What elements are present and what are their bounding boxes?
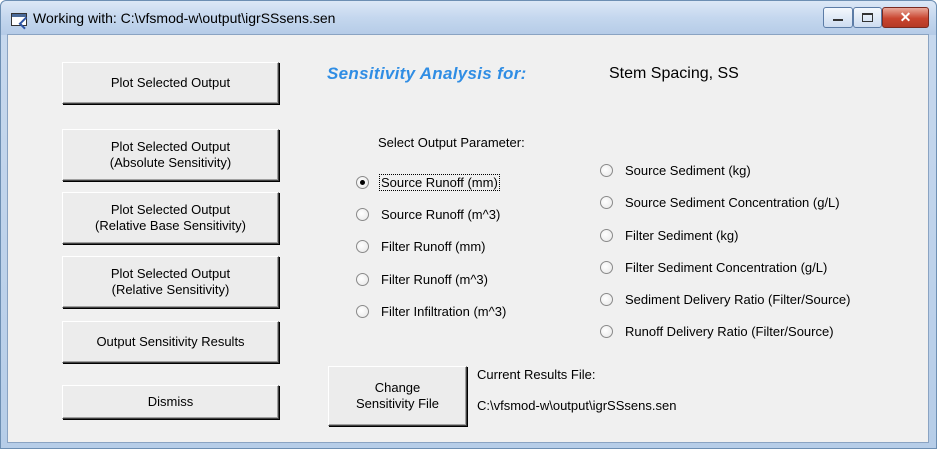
- radio-icon: [356, 273, 369, 286]
- window-title: Working with: C:\vfsmod-w\output\igrSSse…: [33, 10, 336, 26]
- radio-icon: [356, 305, 369, 318]
- dismiss-button[interactable]: Dismiss: [62, 385, 279, 419]
- radio-icon: [600, 325, 613, 338]
- radio-label: Filter Runoff (m^3): [381, 272, 488, 287]
- change-sensitivity-file-button[interactable]: Change Sensitivity File: [328, 366, 467, 426]
- close-icon: ✕: [899, 9, 912, 25]
- radio-icon: [600, 196, 613, 209]
- radio-label: Runoff Delivery Ratio (Filter/Source): [625, 324, 834, 339]
- sensitivity-parameter: Stem Spacing, SS: [609, 65, 739, 82]
- current-results-file-path: C:\vfsmod-w\output\igrSSsens.sen: [477, 398, 677, 413]
- plot-relative-base-sensitivity-button[interactable]: Plot Selected Output (Relative Base Sens…: [62, 192, 279, 244]
- radio-icon: [600, 164, 613, 177]
- radio-label: Filter Infiltration (m^3): [381, 304, 507, 319]
- radio-icon: [600, 293, 613, 306]
- radio-sediment-delivery-ratio[interactable]: Sediment Delivery Ratio (Filter/Source): [600, 292, 851, 307]
- radio-source-sediment-kg[interactable]: Source Sediment (kg): [600, 163, 752, 178]
- radio-source-runoff-m3[interactable]: Source Runoff (m^3): [356, 207, 501, 222]
- app-window-icon[interactable]: [11, 13, 27, 26]
- radio-label: Filter Sediment Concentration (g/L): [625, 260, 828, 275]
- radio-source-sediment-concentration[interactable]: Source Sediment Concentration (g/L): [600, 195, 841, 210]
- radio-filter-runoff-mm[interactable]: Filter Runoff (mm): [356, 239, 487, 254]
- close-button[interactable]: ✕: [882, 7, 929, 28]
- radio-label: Source Sediment (kg): [625, 163, 751, 178]
- plot-relative-sensitivity-button[interactable]: Plot Selected Output (Relative Sensitivi…: [62, 256, 279, 308]
- radio-selected-icon: [356, 176, 369, 189]
- radio-label: Source Runoff (m^3): [381, 207, 501, 222]
- minimize-icon: [833, 19, 843, 21]
- radio-label: Filter Sediment (kg): [625, 228, 739, 243]
- plot-absolute-sensitivity-button[interactable]: Plot Selected Output (Absolute Sensitivi…: [62, 129, 279, 181]
- radio-filter-sediment-kg[interactable]: Filter Sediment (kg): [600, 228, 739, 243]
- radio-source-runoff-mm[interactable]: Source Runoff (mm): [356, 174, 500, 191]
- radio-icon: [356, 208, 369, 221]
- sensitivity-heading: Sensitivity Analysis for:: [327, 64, 527, 83]
- radio-label: Sediment Delivery Ratio (Filter/Source): [625, 292, 851, 307]
- maximize-button[interactable]: [853, 7, 882, 28]
- title-bar[interactable]: Working with: C:\vfsmod-w\output\igrSSse…: [1, 1, 936, 35]
- select-output-label: Select Output Parameter:: [378, 135, 525, 150]
- output-sensitivity-results-button[interactable]: Output Sensitivity Results: [62, 321, 279, 363]
- radio-icon: [356, 240, 369, 253]
- radio-filter-infiltration-m3[interactable]: Filter Infiltration (m^3): [356, 304, 507, 319]
- maximize-icon: [862, 13, 873, 22]
- current-results-file-label: Current Results File:: [477, 367, 596, 382]
- radio-filter-sediment-concentration[interactable]: Filter Sediment Concentration (g/L): [600, 260, 828, 275]
- radio-runoff-delivery-ratio[interactable]: Runoff Delivery Ratio (Filter/Source): [600, 324, 835, 339]
- radio-icon: [600, 229, 613, 242]
- radio-label: Source Runoff (mm): [379, 174, 500, 191]
- plot-selected-output-button[interactable]: Plot Selected Output: [62, 62, 279, 104]
- radio-filter-runoff-m3[interactable]: Filter Runoff (m^3): [356, 272, 489, 287]
- radio-label: Source Sediment Concentration (g/L): [625, 195, 840, 210]
- minimize-button[interactable]: [823, 7, 853, 28]
- radio-icon: [600, 261, 613, 274]
- radio-label: Filter Runoff (mm): [381, 239, 486, 254]
